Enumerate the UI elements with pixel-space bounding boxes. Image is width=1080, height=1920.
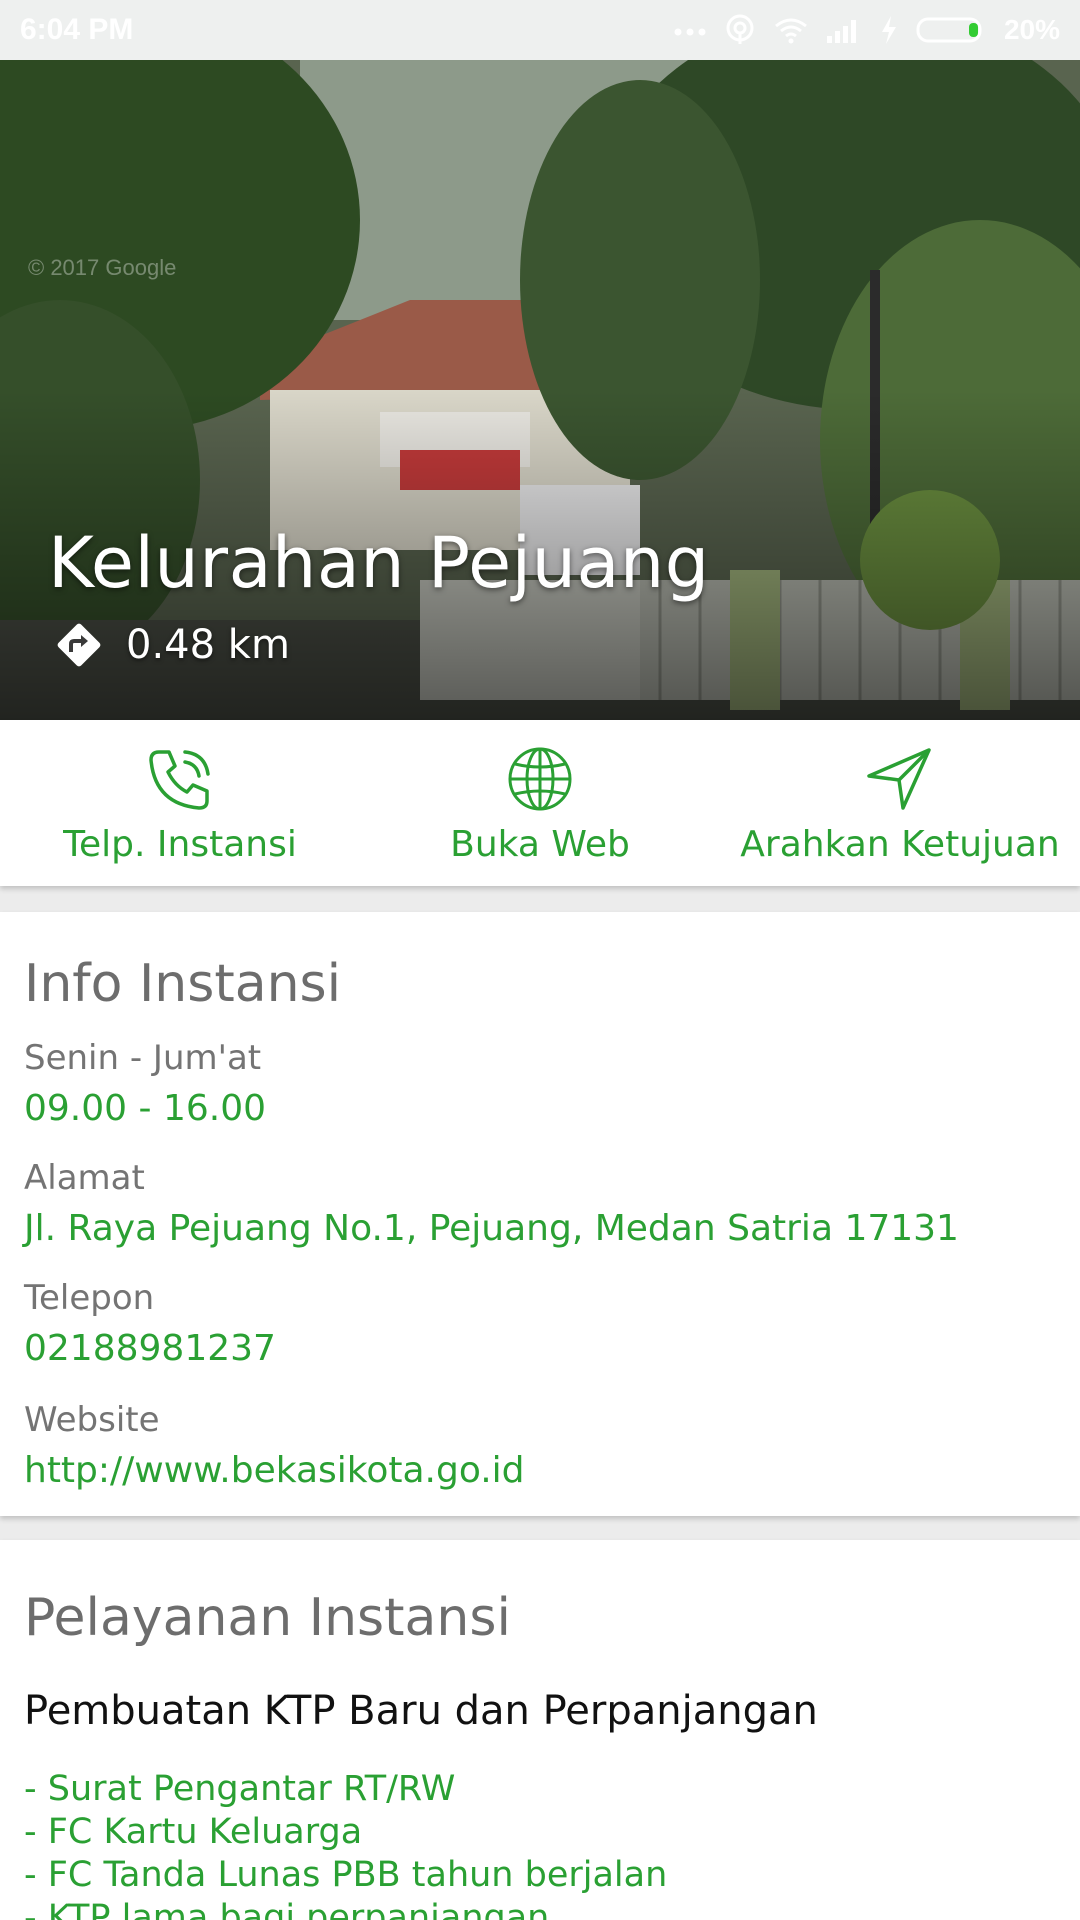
phone-label: Telepon — [24, 1278, 155, 1318]
image-watermark: © 2017 Google — [28, 255, 177, 280]
info-title: Info Instansi — [24, 954, 342, 1014]
hours-label: Senin - Jum'at — [24, 1038, 262, 1078]
hours-field: Senin - Jum'at 09.00 - 16.00 — [24, 1038, 266, 1129]
phone-value[interactable]: 02188981237 — [24, 1328, 276, 1369]
info-card: Info Instansi Senin - Jum'at 09.00 - 16.… — [0, 912, 1080, 1516]
open-web-label: Buka Web — [450, 824, 630, 865]
phone-icon — [149, 750, 210, 810]
services-card: Pelayanan Instansi Pembuatan KTP Baru da… — [0, 1540, 1080, 1920]
phone-field: Telepon 02188981237 — [24, 1278, 276, 1369]
call-office-button[interactable]: Telp. Instansi — [0, 720, 360, 886]
website-label: Website — [24, 1400, 160, 1440]
navigate-label: Arahkan Ketujuan — [740, 824, 1060, 865]
navigate-icon — [867, 748, 931, 810]
battery-icon — [916, 17, 982, 43]
website-field: Website http://www.bekasikota.go.id — [24, 1400, 525, 1491]
signal-icon — [826, 20, 856, 43]
charging-icon — [881, 16, 896, 44]
directions-icon — [57, 623, 101, 667]
call-office-label: Telp. Instansi — [63, 824, 297, 865]
list-item: - FC Tanda Lunas PBB tahun berjalan — [24, 1855, 668, 1895]
navigate-button[interactable]: Arahkan Ketujuan — [720, 720, 1080, 886]
website-link[interactable]: http://www.bekasikota.go.id — [24, 1450, 525, 1491]
status-bar: 6:04 PM 20% — [0, 0, 1080, 60]
place-title: Kelurahan Pejuang — [48, 522, 710, 604]
hero-image: © 2017 Google Kelurahan Pejuang 0.48 km — [0, 60, 1080, 720]
hours-value: 09.00 - 16.00 — [24, 1088, 266, 1129]
address-value: Jl. Raya Pejuang No.1, Pejuang, Medan Sa… — [24, 1208, 959, 1249]
open-web-button[interactable]: Buka Web — [360, 720, 720, 886]
list-item: - KTP lama bagi perpanjangan — [24, 1898, 550, 1920]
address-label: Alamat — [24, 1158, 145, 1198]
battery-percentage: 20% — [1003, 14, 1060, 45]
distance-row: 0.48 km — [52, 618, 290, 672]
requirements-list: - Surat Pengantar RT/RW - FC Kartu Kelua… — [24, 1768, 667, 1920]
more-dots-icon — [674, 28, 706, 36]
globe-icon — [508, 747, 572, 811]
list-item: - Surat Pengantar RT/RW — [24, 1769, 456, 1809]
service-name: Pembuatan KTP Baru dan Perpanjangan — [24, 1688, 818, 1734]
distance-value: 0.48 km — [126, 622, 290, 668]
status-time: 6:04 PM — [20, 13, 134, 46]
hotspot-icon — [726, 14, 754, 44]
action-bar: Telp. Instansi Buka Web Arahkan Ketujuan — [0, 720, 1080, 886]
wifi-icon — [775, 18, 807, 44]
address-field: Alamat Jl. Raya Pejuang No.1, Pejuang, M… — [24, 1158, 959, 1249]
status-icons: 20% — [674, 14, 1060, 46]
list-item: - FC Kartu Keluarga — [24, 1812, 363, 1852]
services-title: Pelayanan Instansi — [24, 1588, 511, 1648]
